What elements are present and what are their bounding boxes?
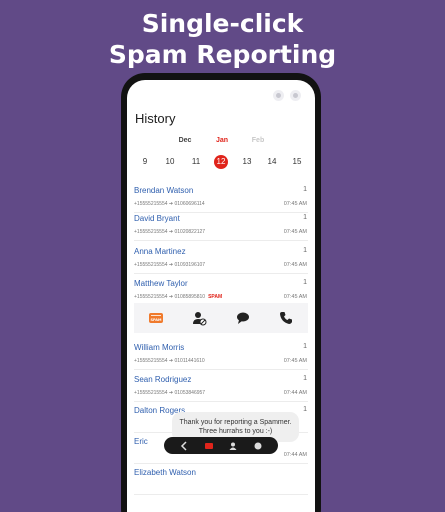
call-count: 1 bbox=[303, 186, 307, 193]
promo-line-2: Spam Reporting bbox=[108, 40, 337, 69]
call-count: 1 bbox=[303, 406, 307, 413]
month-next[interactable]: Feb bbox=[252, 137, 264, 144]
call-numbers: +15555215554 ➔ 01093196107 bbox=[134, 262, 206, 268]
promo-headline: Single-click Spam Reporting bbox=[0, 8, 445, 70]
call-time: 07:45 AM bbox=[283, 358, 307, 364]
call-time: 07:44 AM bbox=[283, 390, 307, 396]
call-numbers-text: +15555215554 ➔ 01085895810 bbox=[134, 294, 206, 300]
day-strip: 9 10 11 12 13 14 15 bbox=[127, 155, 315, 171]
call-time: 07:45 AM bbox=[283, 294, 307, 300]
back-icon[interactable] bbox=[179, 440, 189, 451]
call-row[interactable]: Brendan Watson 1 +15555215554 ➔ 01060696… bbox=[127, 183, 315, 213]
caller-name: Elizabeth Watson bbox=[134, 468, 196, 477]
month-current[interactable]: Jan bbox=[216, 137, 228, 144]
day-item-selected[interactable]: 12 bbox=[214, 155, 228, 169]
call-row[interactable]: David Bryant 1 +15555215554 ➔ 0102082212… bbox=[127, 211, 315, 241]
message-button[interactable] bbox=[235, 310, 251, 326]
call-row[interactable]: Anna Martinez 1 +15555215554 ➔ 010931961… bbox=[127, 244, 315, 274]
report-spam-icon: SPAM bbox=[148, 313, 163, 323]
block-contact-icon bbox=[193, 312, 207, 326]
phone-icon bbox=[280, 312, 293, 324]
call-count: 1 bbox=[303, 214, 307, 221]
call-count: 1 bbox=[303, 343, 307, 350]
call-numbers: +15555215554 ➔ 01085895810 SPAM bbox=[134, 294, 222, 300]
month-prev[interactable]: Dec bbox=[179, 137, 192, 144]
call-count: 1 bbox=[303, 375, 307, 382]
camera-dot-icon bbox=[273, 90, 284, 101]
camera-dot-icon bbox=[290, 90, 301, 101]
call-row[interactable]: Sean Rodriguez 1 +15555215554 ➔ 01053846… bbox=[127, 372, 315, 402]
caller-name: William Morris bbox=[134, 343, 185, 352]
call-count: 1 bbox=[303, 279, 307, 286]
call-row-selected[interactable]: Matthew Taylor 1 +15555215554 ➔ 01085895… bbox=[127, 276, 315, 306]
day-item[interactable]: 15 bbox=[290, 155, 304, 169]
call-count: 1 bbox=[303, 247, 307, 254]
call-row[interactable]: Elizabeth Watson bbox=[127, 465, 315, 495]
call-time: 07:45 AM bbox=[283, 201, 307, 207]
message-icon bbox=[236, 312, 249, 324]
day-item[interactable]: 11 bbox=[189, 155, 203, 169]
call-time: 07:45 AM bbox=[283, 229, 307, 235]
day-item[interactable]: 13 bbox=[240, 155, 254, 169]
month-selector: Dec Jan Feb bbox=[127, 137, 315, 149]
call-numbers: +15555215554 ➔ 01020822127 bbox=[134, 229, 206, 235]
screen-top-controls bbox=[273, 90, 301, 101]
day-item[interactable]: 9 bbox=[138, 155, 152, 169]
caller-name: Eric bbox=[134, 437, 148, 446]
caller-name: David Bryant bbox=[134, 214, 180, 223]
day-item[interactable]: 10 bbox=[163, 155, 177, 169]
caller-name: Sean Rodriguez bbox=[134, 375, 192, 384]
call-row[interactable]: William Morris 1 +15555215554 ➔ 01011441… bbox=[127, 340, 315, 370]
spam-label: SPAM bbox=[208, 294, 223, 300]
page-title: History bbox=[135, 111, 176, 126]
spam-badge-text: SPAM bbox=[150, 318, 161, 322]
system-nav-bar bbox=[164, 437, 278, 454]
call-time: 07:44 AM bbox=[283, 452, 307, 458]
call-time: 07:45 AM bbox=[283, 262, 307, 268]
call-numbers: +15555215554 ➔ 01053846957 bbox=[134, 390, 206, 396]
call-button[interactable] bbox=[278, 310, 294, 326]
caller-name: Anna Martinez bbox=[134, 247, 186, 256]
call-numbers: +15555215554 ➔ 01060696114 bbox=[134, 201, 205, 207]
promo-line-1: Single-click bbox=[141, 9, 304, 38]
home-icon[interactable] bbox=[253, 441, 263, 451]
block-contact-button[interactable] bbox=[191, 310, 207, 326]
contacts-icon[interactable] bbox=[228, 441, 238, 451]
caller-name: Brendan Watson bbox=[134, 186, 194, 195]
call-numbers: +15555215554 ➔ 01011441610 bbox=[134, 358, 205, 364]
day-item[interactable]: 14 bbox=[265, 155, 279, 169]
call-action-bar: SPAM bbox=[134, 303, 308, 333]
report-spam-button[interactable]: SPAM bbox=[148, 310, 164, 326]
caller-name: Matthew Taylor bbox=[134, 279, 188, 288]
spam-shortcut-icon[interactable] bbox=[204, 441, 214, 451]
